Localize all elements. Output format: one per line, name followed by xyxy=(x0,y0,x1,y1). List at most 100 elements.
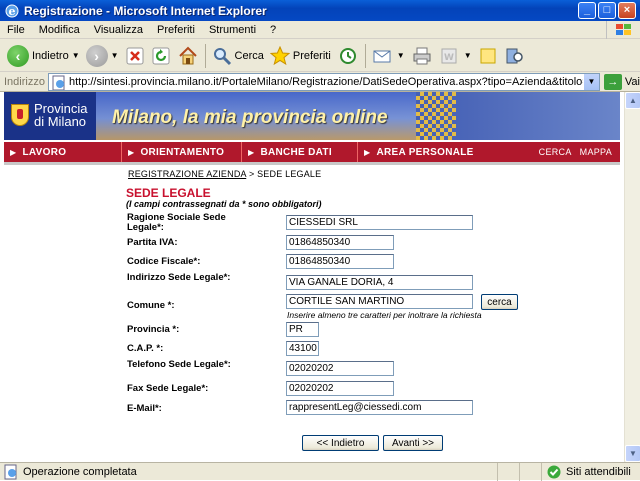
status-main: Operazione completata xyxy=(0,462,498,481)
star-icon xyxy=(269,45,290,65)
comune-input[interactable]: CORTILE SAN MARTINO xyxy=(286,294,473,309)
printer-icon xyxy=(413,47,431,64)
codice-fiscale-input[interactable]: 01864850340 xyxy=(286,254,394,269)
label-email: E-Mail*: xyxy=(127,403,162,414)
partita-iva-input[interactable]: 01864850340 xyxy=(286,235,394,250)
ragione-sociale-input[interactable]: CIESSEDI SRL xyxy=(286,215,473,230)
label-telefono: Telefono Sede Legale*: xyxy=(127,359,231,370)
menu-modifica[interactable]: Modifica xyxy=(32,24,87,36)
email-input[interactable]: rappresentLeg@ciessedi.com xyxy=(286,400,473,415)
research-icon xyxy=(506,48,523,63)
search-button[interactable]: Cerca xyxy=(209,42,267,70)
scroll-down-icon[interactable]: ▼ xyxy=(625,445,640,462)
indirizzo-input[interactable]: VIA GANALE DORIA, 4 xyxy=(286,275,473,290)
title-bar: e Registrazione - Microsoft Internet Exp… xyxy=(0,0,640,21)
menu-visualizza[interactable]: Visualizza xyxy=(87,24,150,36)
menu-strumenti[interactable]: Strumenti xyxy=(202,24,263,36)
next-form-button[interactable]: Avanti >> xyxy=(383,435,443,451)
history-icon xyxy=(339,47,356,64)
address-bar: Indirizzo http://sintesi.provincia.milan… xyxy=(0,72,640,92)
section-heading: SEDE LEGALE xyxy=(126,186,211,200)
label-fax: Fax Sede Legale*: xyxy=(127,383,209,394)
page-viewport: Provincia di Milano Milano, la mia provi… xyxy=(0,92,624,462)
close-button[interactable]: × xyxy=(618,2,636,19)
label-comune: Comune *: xyxy=(127,300,175,311)
nav-right-links: CERCA MAPPA xyxy=(539,147,620,157)
nav-cerca-link[interactable]: CERCA xyxy=(539,147,572,157)
provincia-crest-icon xyxy=(11,104,29,126)
home-button[interactable] xyxy=(174,42,202,70)
banner-pattern xyxy=(416,92,456,140)
back-form-button[interactable]: << Indietro xyxy=(302,435,379,451)
forward-button[interactable]: › ▼ xyxy=(83,42,122,70)
cap-input[interactable]: 43100 xyxy=(286,341,319,356)
mail-icon xyxy=(373,50,391,62)
vertical-scrollbar[interactable]: ▲ ▼ xyxy=(624,92,640,462)
note-icon xyxy=(480,48,496,63)
toolbar-separator xyxy=(364,43,366,68)
scroll-up-icon[interactable]: ▲ xyxy=(625,92,640,109)
status-cell xyxy=(498,462,520,481)
ie-logo-icon: e xyxy=(5,4,19,18)
provincia-logo-text[interactable]: Provincia di Milano xyxy=(34,102,87,128)
status-text: Operazione completata xyxy=(23,465,137,478)
breadcrumb-link-registrazione[interactable]: REGISTRAZIONE AZIENDA xyxy=(128,169,246,179)
edit-button[interactable]: W ▼ xyxy=(436,42,475,70)
maximize-button[interactable]: □ xyxy=(598,2,616,19)
svg-text:e: e xyxy=(9,5,16,18)
security-zone: Siti attendibili xyxy=(546,463,631,481)
site-banner: Provincia di Milano Milano, la mia provi… xyxy=(4,92,620,140)
fax-input[interactable]: 02020202 xyxy=(286,381,394,396)
label-cap: C.A.P. *: xyxy=(127,343,164,354)
nav-item-area-personale[interactable]: ▶ AREA PERSONALE xyxy=(358,142,528,162)
discuss-button[interactable] xyxy=(475,42,501,70)
menu-preferiti[interactable]: Preferiti xyxy=(150,24,202,36)
menu-help[interactable]: ? xyxy=(263,24,283,36)
go-button[interactable]: → Vai xyxy=(603,73,640,90)
search-icon xyxy=(213,47,231,65)
toolbar-separator xyxy=(204,43,206,68)
chevron-down-icon: ▼ xyxy=(71,51,80,60)
nav-mappa-link[interactable]: MAPPA xyxy=(580,147,612,157)
nav-item-lavoro[interactable]: ▶ LAVORO xyxy=(4,142,122,162)
home-icon xyxy=(178,46,197,64)
address-url: http://sintesi.provincia.milano.it/Porta… xyxy=(68,75,600,88)
browser-window: e Registrazione - Microsoft Internet Exp… xyxy=(0,0,640,481)
svg-text:W: W xyxy=(444,53,454,63)
label-ragione-sociale: Ragione Sociale Sede Legale*: xyxy=(127,212,226,233)
address-label: Indirizzo xyxy=(4,75,45,88)
label-partita-iva: Partita IVA: xyxy=(127,237,178,248)
label-indirizzo: Indirizzo Sede Legale*: xyxy=(127,272,231,283)
nav-arrow-icon: ▶ xyxy=(10,147,17,157)
chevron-down-icon: ▼ xyxy=(463,51,472,60)
address-dropdown-icon[interactable]: ▼ xyxy=(582,73,599,90)
telefono-input[interactable]: 02020202 xyxy=(286,361,394,376)
minimize-button[interactable]: _ xyxy=(578,2,596,19)
back-button[interactable]: ‹ Indietro ▼ xyxy=(4,42,83,70)
menu-file[interactable]: File xyxy=(0,24,32,36)
chevron-down-icon: ▼ xyxy=(110,51,119,60)
nav-item-orientamento[interactable]: ▶ ORIENTAMENTO xyxy=(122,142,242,162)
page-done-icon xyxy=(4,464,17,479)
zone-label: Siti attendibili xyxy=(566,465,631,478)
chevron-down-icon: ▼ xyxy=(396,51,405,60)
nav-arrow-icon: ▶ xyxy=(128,147,135,157)
nav-item-banche-dati[interactable]: ▶ BANCHE DATI xyxy=(242,142,358,162)
mail-button[interactable]: ▼ xyxy=(369,42,408,70)
page-icon xyxy=(52,75,65,90)
history-button[interactable] xyxy=(334,42,362,70)
address-input[interactable]: http://sintesi.provincia.milano.it/Porta… xyxy=(47,72,600,91)
comune-hint: Inserire almeno tre caratteri per inoltr… xyxy=(287,310,482,320)
label-codice-fiscale: Codice Fiscale*: xyxy=(127,256,201,267)
menu-bar: File Modifica Visualizza Preferiti Strum… xyxy=(0,20,640,39)
word-icon: W xyxy=(441,48,457,63)
provincia-input[interactable]: PR xyxy=(286,322,319,337)
cerca-button[interactable]: cerca xyxy=(481,294,518,310)
nav-arrow-icon: ▶ xyxy=(248,147,255,157)
print-button[interactable] xyxy=(408,42,436,70)
back-arrow-icon: ‹ xyxy=(7,44,29,67)
research-button[interactable] xyxy=(501,42,529,70)
refresh-button[interactable] xyxy=(148,42,174,70)
favorites-button[interactable]: Preferiti xyxy=(267,42,334,70)
stop-button[interactable] xyxy=(122,42,148,70)
